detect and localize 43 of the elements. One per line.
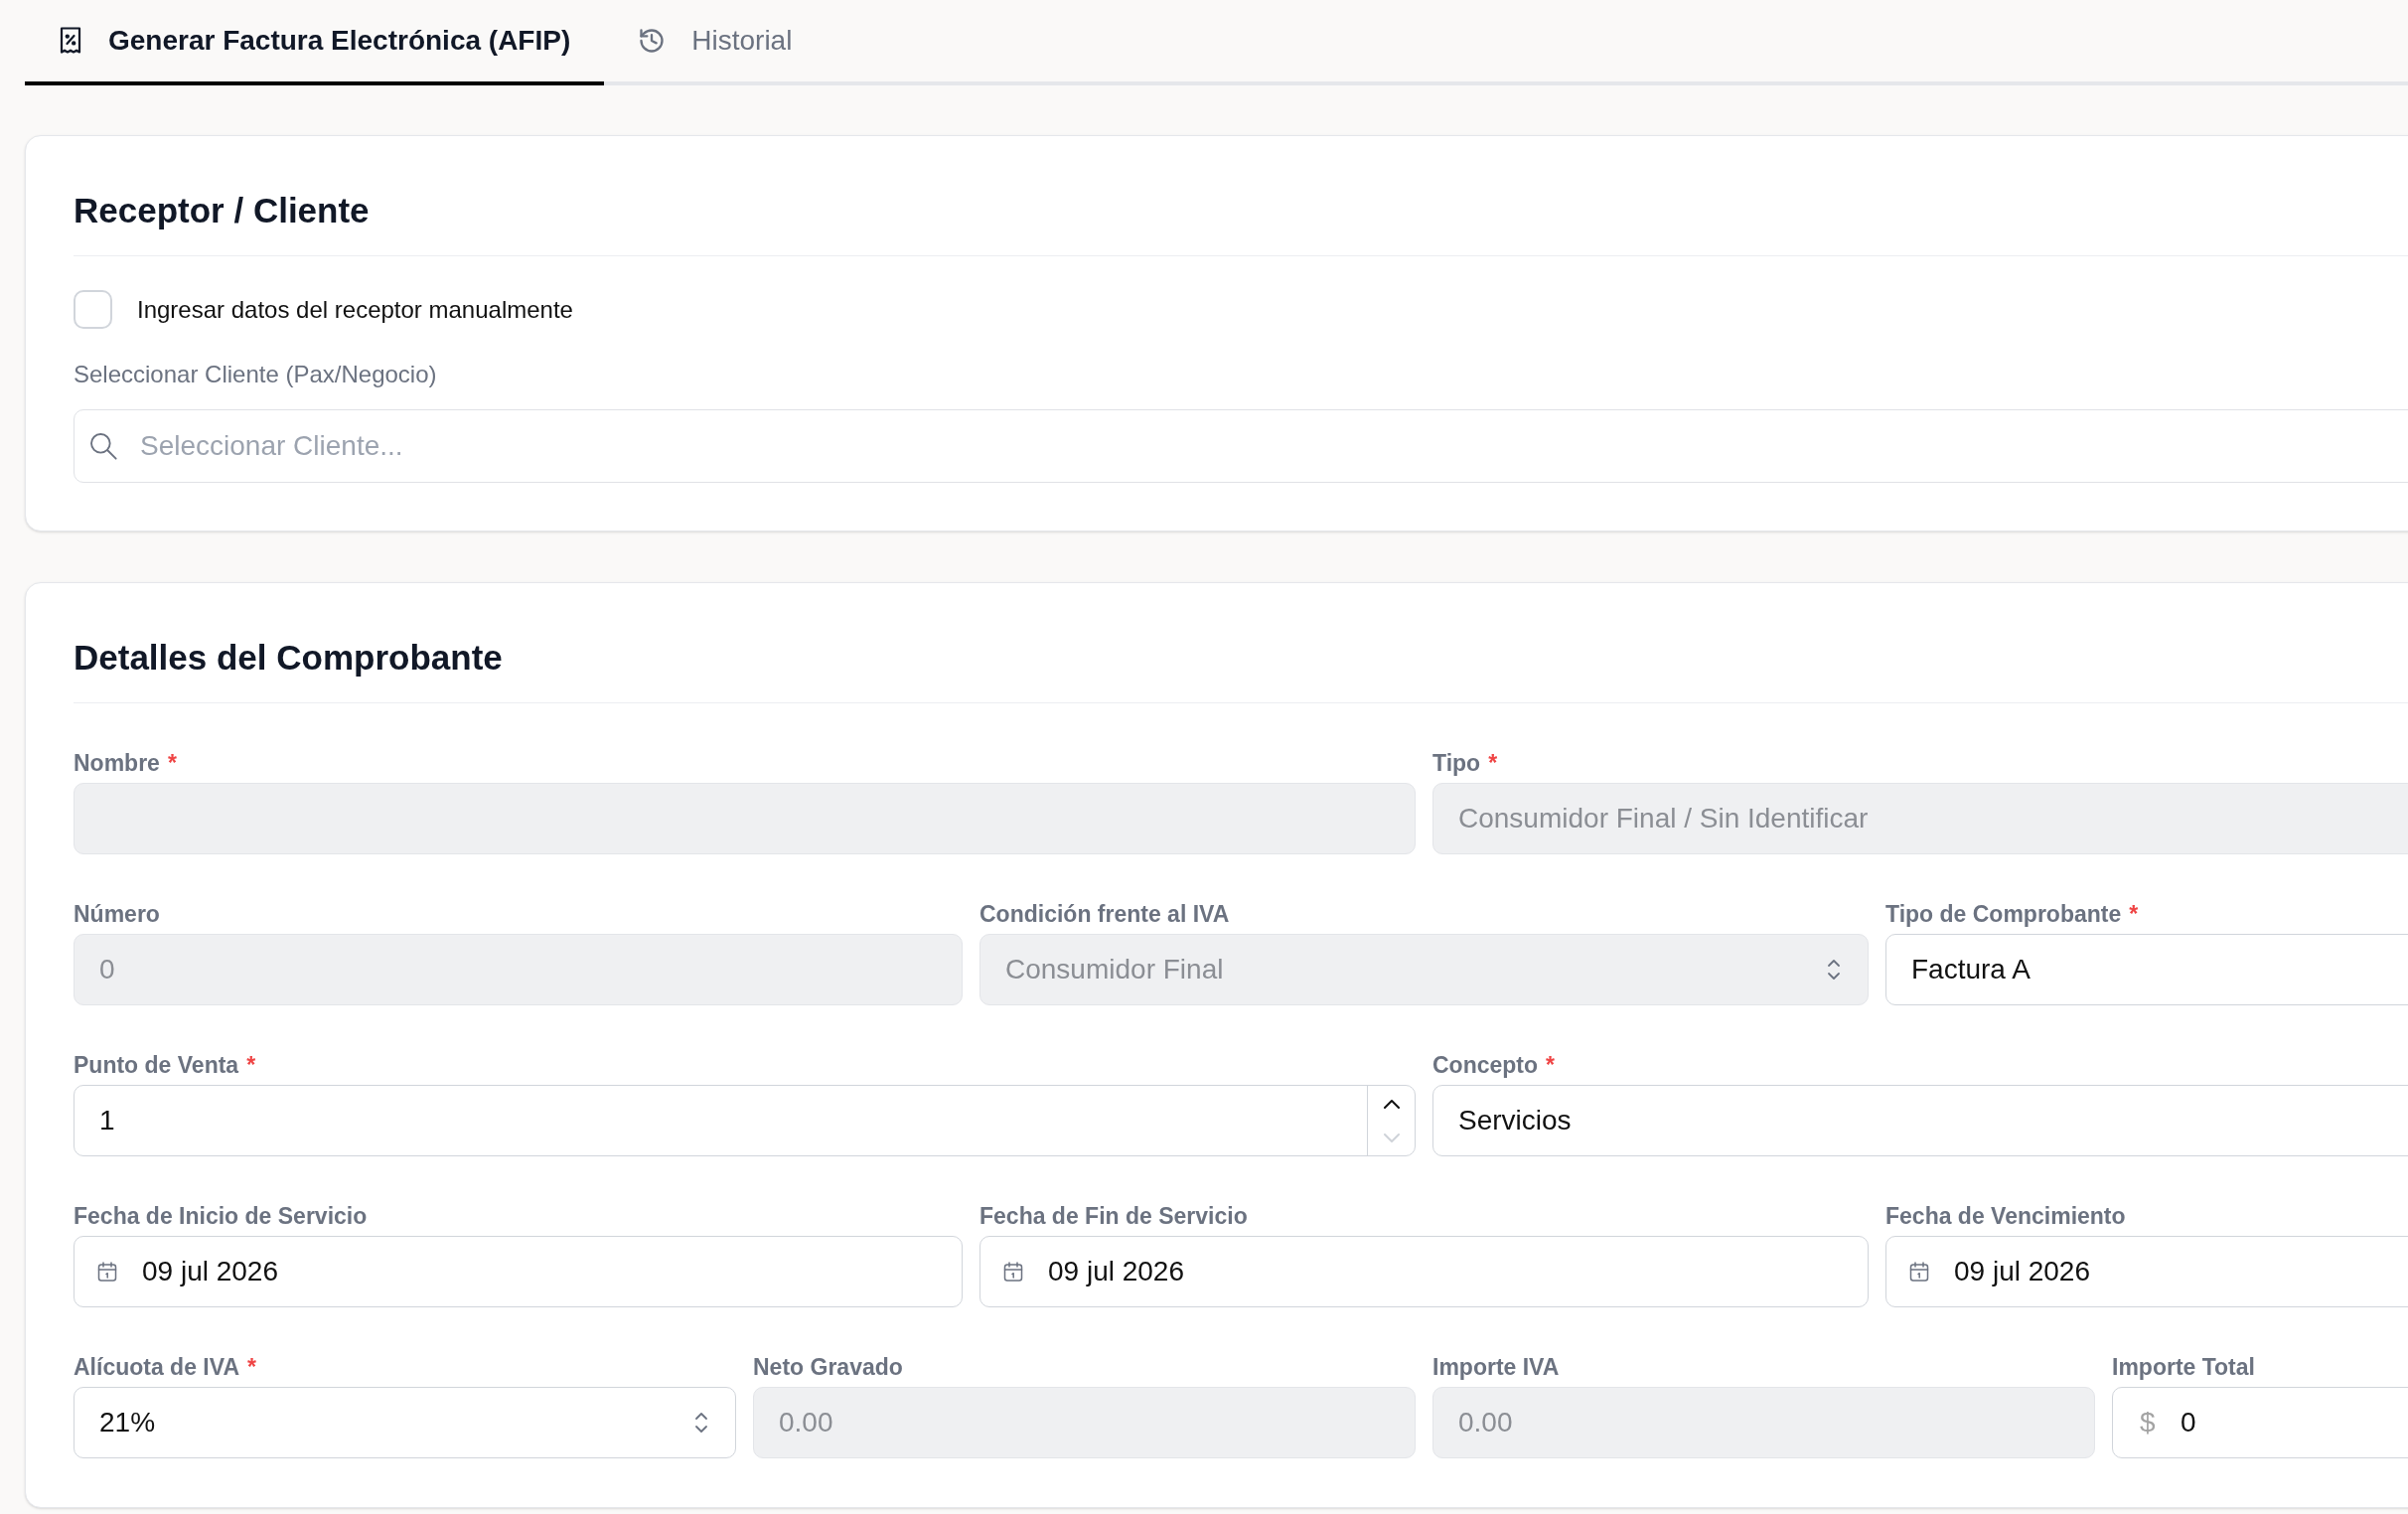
required-mark: * bbox=[167, 749, 177, 777]
field-label: Tipo bbox=[1432, 749, 1481, 777]
currency-symbol: $ bbox=[2140, 1407, 2156, 1438]
text-field[interactable]: Factura A bbox=[1885, 934, 2408, 1005]
tab[interactable]: Generar Factura Electrónica (AFIP) bbox=[25, 0, 605, 85]
field-label: Nombre bbox=[74, 749, 160, 777]
required-mark: * bbox=[2129, 900, 2139, 928]
field-label: Seleccionar Cliente (Pax/Negocio) bbox=[74, 361, 438, 388]
number-field[interactable]: 1 bbox=[74, 1085, 1416, 1156]
search-field[interactable]: Seleccionar Cliente... bbox=[74, 409, 2408, 483]
field-label: Número bbox=[74, 900, 160, 928]
field-label: Punto de Venta bbox=[74, 1051, 239, 1079]
history-icon bbox=[638, 27, 667, 55]
field-label: Tipo de Comprobante bbox=[1885, 900, 2122, 928]
required-mark: * bbox=[247, 1353, 256, 1381]
field-label: Fecha de Inicio de Servicio bbox=[74, 1202, 368, 1230]
required-mark: * bbox=[1546, 1051, 1555, 1079]
date-field[interactable]: 09 jul 2026 bbox=[979, 1236, 1869, 1307]
required-mark: * bbox=[246, 1051, 256, 1079]
text-field[interactable]: Servicios bbox=[1432, 1085, 2408, 1156]
field-label: Importe IVA bbox=[1432, 1353, 1560, 1381]
date-field[interactable]: 09 jul 2026 bbox=[74, 1236, 963, 1307]
field-label: Fecha de Fin de Servicio bbox=[979, 1202, 1248, 1230]
field-label: Fecha de Vencimiento bbox=[1885, 1202, 2126, 1230]
field-label: Importe Total bbox=[2112, 1353, 2255, 1381]
field-label: Alícuota de IVA bbox=[74, 1353, 239, 1381]
checkbox-label: Ingresar datos del receptor manualmente bbox=[137, 294, 573, 325]
field-label: Condición frente al IVA bbox=[979, 900, 1230, 928]
calendar-icon bbox=[95, 1260, 119, 1284]
field-label: Neto Gravado bbox=[753, 1353, 903, 1381]
tab[interactable]: Historial bbox=[604, 0, 827, 85]
card-title: Detalles del Comprobante bbox=[74, 638, 504, 678]
date-field[interactable]: 09 jul 2026 bbox=[1885, 1236, 2408, 1307]
calendar-icon bbox=[1907, 1260, 1931, 1284]
select-field[interactable]: 21% bbox=[74, 1387, 736, 1458]
required-mark: * bbox=[1488, 749, 1498, 777]
receipt-icon bbox=[59, 27, 82, 55]
search-icon bbox=[87, 430, 119, 462]
field-label: Concepto bbox=[1432, 1051, 1539, 1079]
calendar-icon bbox=[1001, 1260, 1025, 1284]
checkbox[interactable] bbox=[74, 290, 112, 329]
card-title: Receptor / Cliente bbox=[74, 191, 371, 230]
chevron-up-icon bbox=[1382, 1098, 1401, 1109]
